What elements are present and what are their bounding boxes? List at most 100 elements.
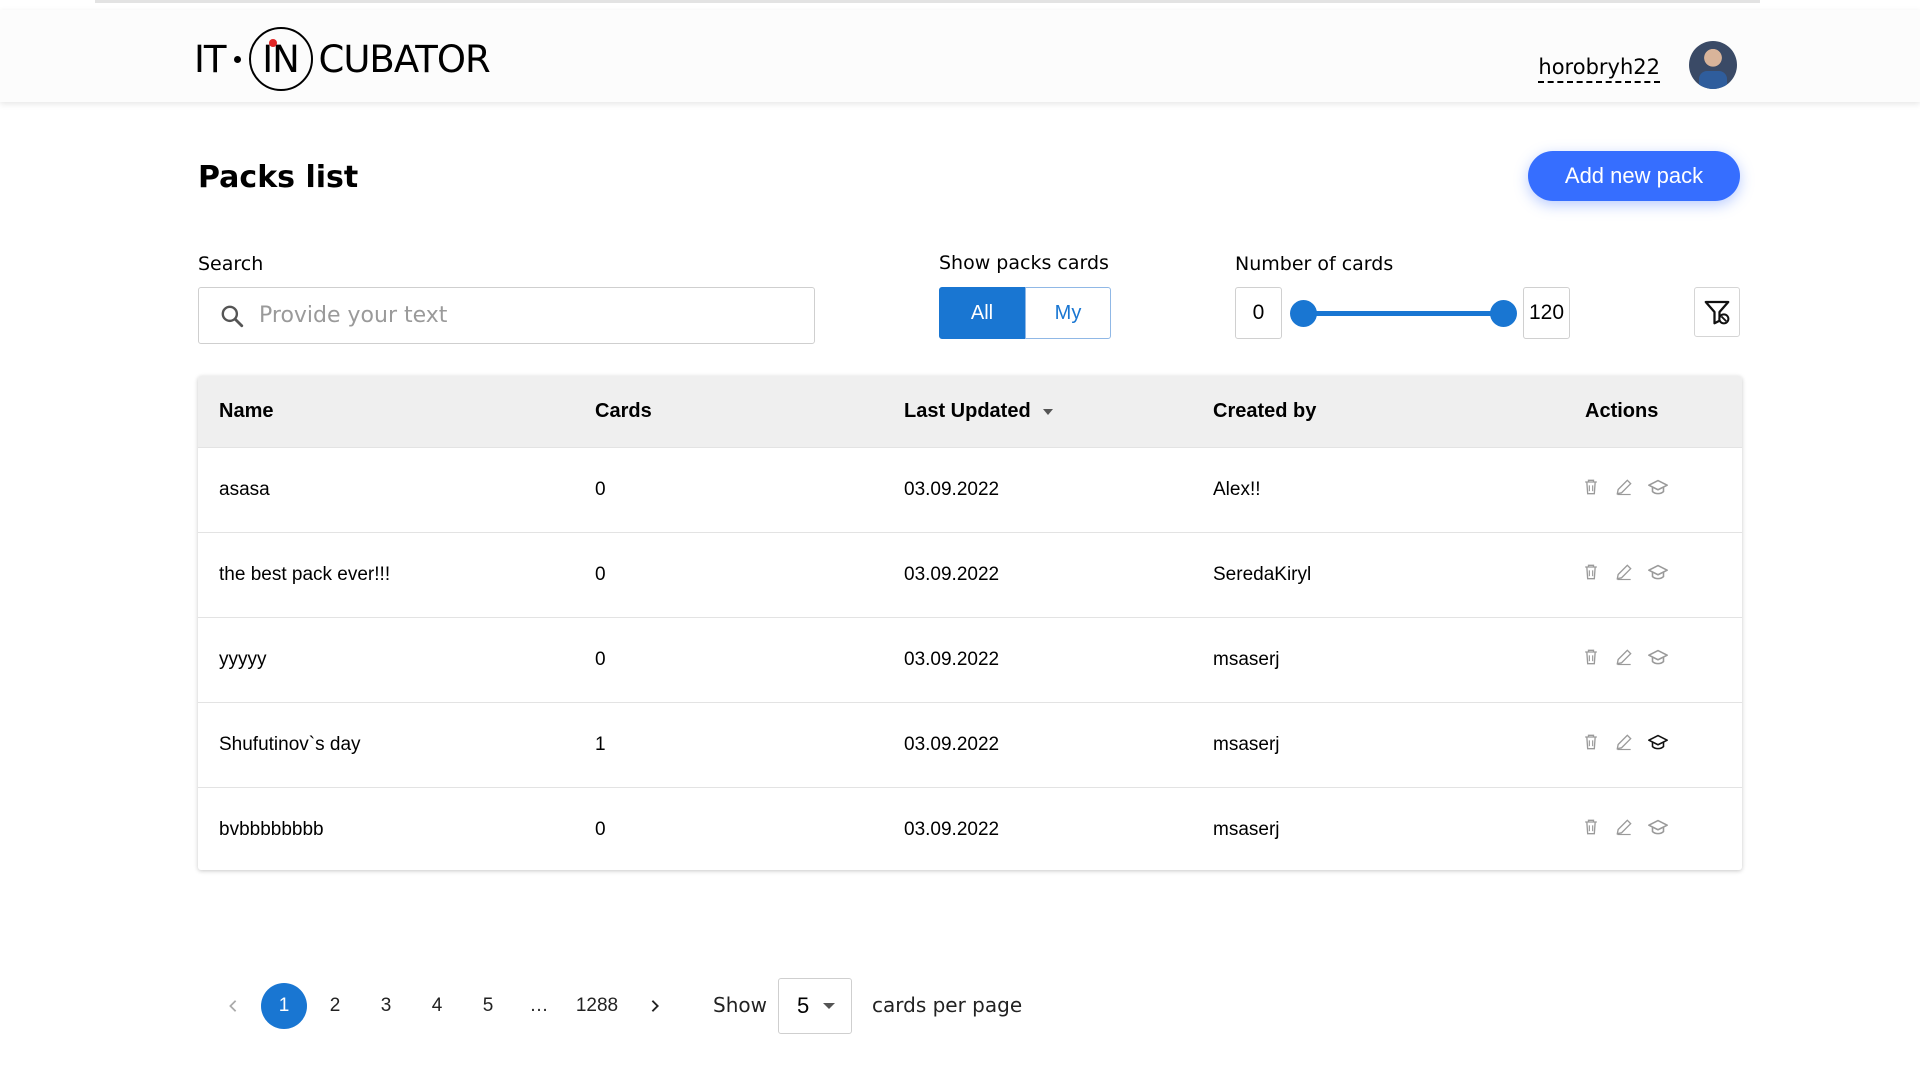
range-max-thumb[interactable] <box>1490 300 1517 327</box>
logo-text-cubator: CUBATOR <box>318 37 491 81</box>
cell-created-by: msaserj <box>1213 819 1280 840</box>
cell-cards: 0 <box>595 564 606 585</box>
clear-filters-button[interactable] <box>1694 287 1740 337</box>
search-input[interactable] <box>259 303 779 328</box>
delete-pack-button[interactable] <box>1581 817 1601 843</box>
pagination: 1 2 3 4 5 … 1288 <box>210 983 683 1029</box>
cell-last-updated: 03.09.2022 <box>904 479 1000 500</box>
edit-pack-button[interactable] <box>1614 562 1634 588</box>
table-row: bvbbbbbbbb 0 03.09.2022 msaserj <box>198 787 1742 872</box>
trash-icon <box>1585 734 1597 750</box>
chevron-left-icon <box>229 1000 237 1012</box>
logo-text-it: IT <box>194 37 227 81</box>
sort-desc-icon <box>1042 408 1053 415</box>
header-actions: Actions <box>1585 400 1659 422</box>
cell-created-by: Alex!! <box>1213 479 1261 500</box>
cell-cards: 1 <box>595 734 606 755</box>
chevron-right-icon <box>651 1000 659 1012</box>
table-body: asasa 0 03.09.2022 Alex!! the best pack ever… <box>198 447 1742 872</box>
logo-text-in: IN <box>262 37 300 81</box>
range-min-thumb[interactable] <box>1290 300 1317 327</box>
edit-pack-button[interactable] <box>1614 647 1634 673</box>
cell-cards: 0 <box>595 819 606 840</box>
filter-off-icon <box>1704 300 1730 325</box>
learn-pack-button[interactable] <box>1647 476 1669 504</box>
cell-created-by: msaserj <box>1213 649 1280 670</box>
edit-pack-button[interactable] <box>1614 817 1634 843</box>
edit-pack-button[interactable] <box>1614 732 1634 758</box>
search-field[interactable] <box>198 287 815 344</box>
show-packs-toggle: All My <box>939 287 1111 339</box>
cell-last-updated: 03.09.2022 <box>904 734 1000 755</box>
table-row: Shufutinov`s day 1 03.09.2022 msaserj <box>198 702 1742 787</box>
cell-name: bvbbbbbbbb <box>219 819 324 840</box>
cards-range-track[interactable] <box>1302 311 1504 316</box>
delete-pack-button[interactable] <box>1581 562 1601 588</box>
header-created-by[interactable]: Created by <box>1213 400 1316 423</box>
search-icon <box>221 305 244 327</box>
number-of-cards-label: Number of cards <box>1235 253 1394 275</box>
cell-last-updated: 03.09.2022 <box>904 819 1000 840</box>
logo-circle: IN <box>248 27 313 91</box>
page-button-5[interactable]: 5 <box>465 983 511 1029</box>
learn-cap-icon <box>1648 564 1668 580</box>
page-button-4[interactable]: 4 <box>414 983 460 1029</box>
learn-pack-button[interactable] <box>1647 561 1669 589</box>
trash-icon <box>1585 819 1597 835</box>
show-all-button[interactable]: All <box>939 287 1025 339</box>
page-title: Packs list <box>198 160 359 195</box>
page-button-3[interactable]: 3 <box>363 983 409 1029</box>
per-page-select[interactable]: 5 <box>778 978 852 1034</box>
edit-icon <box>1616 734 1632 751</box>
range-max-value: 120 <box>1523 287 1570 339</box>
header-cards[interactable]: Cards <box>595 400 652 423</box>
table-header: Name Cards Last Updated Created by Actio… <box>198 376 1742 447</box>
packs-table: Name Cards Last Updated Created by Actio… <box>198 376 1742 870</box>
show-my-button[interactable]: My <box>1025 287 1111 339</box>
show-label: Show <box>713 993 767 1017</box>
delete-pack-button[interactable] <box>1581 647 1601 673</box>
caret-down-icon <box>823 1003 836 1009</box>
edit-icon <box>1616 479 1632 496</box>
cell-name: Shufutinov`s day <box>219 734 361 755</box>
top-divider <box>95 0 1760 3</box>
table-row: the best pack ever!!! 0 03.09.2022 SeredaKi… <box>198 532 1742 617</box>
logo-dot <box>233 55 241 63</box>
add-new-pack-button[interactable]: Add new pack <box>1528 151 1740 201</box>
next-page-button[interactable] <box>632 983 678 1029</box>
range-min-value: 0 <box>1235 287 1282 339</box>
delete-pack-button[interactable] <box>1581 732 1601 758</box>
prev-page-button[interactable] <box>210 983 256 1029</box>
learn-cap-icon <box>1648 479 1668 495</box>
page-button-1[interactable]: 1 <box>261 983 307 1029</box>
table-row: yyyyy 0 03.09.2022 msaserj <box>198 617 1742 702</box>
trash-icon <box>1585 649 1597 665</box>
edit-pack-button[interactable] <box>1614 477 1634 503</box>
cell-name: the best pack ever!!! <box>219 564 391 585</box>
show-packs-label: Show packs cards <box>939 252 1109 274</box>
learn-cap-icon <box>1648 819 1668 835</box>
learn-cap-icon <box>1648 649 1668 665</box>
page-button-last[interactable]: 1288 <box>567 983 627 1029</box>
cell-name: yyyyy <box>219 649 267 670</box>
learn-cap-icon <box>1648 734 1668 750</box>
cell-created-by: msaserj <box>1213 734 1280 755</box>
avatar[interactable] <box>1689 41 1737 89</box>
delete-pack-button[interactable] <box>1581 477 1601 503</box>
user-name-link[interactable]: horobryh22 <box>1538 55 1660 83</box>
edit-icon <box>1616 819 1632 836</box>
edit-icon <box>1616 649 1632 666</box>
header-last-updated[interactable]: Last Updated <box>904 400 1053 423</box>
learn-pack-button[interactable] <box>1647 646 1669 674</box>
app-header: IT IN CUBATOR horobryh22 <box>0 10 1920 102</box>
header-name[interactable]: Name <box>219 400 273 423</box>
per-page-label: cards per page <box>872 993 1023 1017</box>
learn-pack-button[interactable] <box>1647 731 1669 759</box>
page-button-2[interactable]: 2 <box>312 983 358 1029</box>
header-last-updated-label: Last Updated <box>904 400 1031 422</box>
page-ellipsis: … <box>529 995 549 1016</box>
cell-last-updated: 03.09.2022 <box>904 649 1000 670</box>
learn-pack-button[interactable] <box>1647 816 1669 844</box>
edit-icon <box>1616 564 1632 581</box>
logo[interactable]: IT IN CUBATOR <box>194 27 491 91</box>
